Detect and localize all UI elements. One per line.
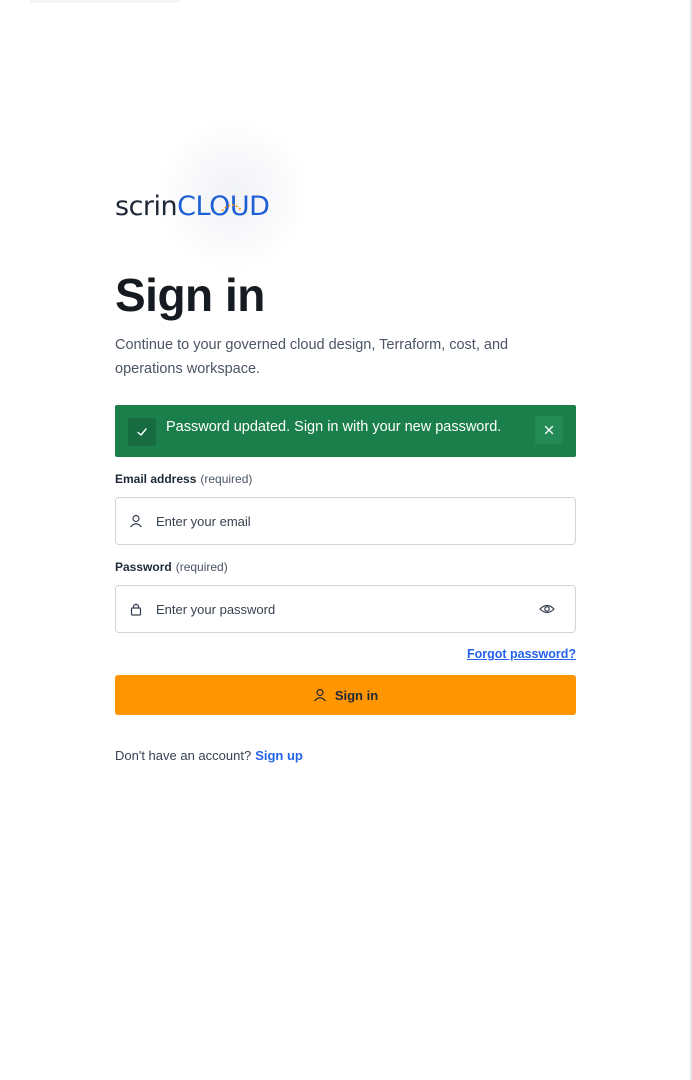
email-field-wrapper <box>115 497 576 545</box>
success-alert: Password updated. Sign in with your new … <box>115 405 576 457</box>
top-decoration <box>30 0 180 3</box>
email-label: Email address (required) <box>115 472 252 486</box>
lock-icon <box>130 602 142 621</box>
password-field-wrapper <box>115 585 576 633</box>
password-input[interactable] <box>156 598 516 620</box>
signup-prompt-text: Don't have an account? <box>115 748 252 763</box>
brand-logo: scrin CLOUD <box>115 191 270 222</box>
forgot-password-link[interactable]: Forgot password? <box>467 647 576 661</box>
user-icon <box>129 514 143 533</box>
show-password-toggle[interactable] <box>539 602 555 621</box>
page-title: Sign in <box>115 269 265 321</box>
signup-link[interactable]: Sign up <box>255 748 303 763</box>
email-required-text: (required) <box>200 472 253 486</box>
signin-button[interactable]: Sign in <box>115 675 576 715</box>
user-icon <box>313 688 326 702</box>
alert-message: Password updated. Sign in with your new … <box>166 419 502 435</box>
logo-text-scrin: scrin <box>115 191 178 222</box>
password-label-text: Password <box>115 560 172 574</box>
password-required-text: (required) <box>175 560 228 574</box>
eye-icon <box>539 604 555 614</box>
signin-button-label: Sign in <box>334 687 379 703</box>
page-subtitle: Continue to your governed cloud design, … <box>115 337 509 377</box>
close-icon <box>544 425 554 435</box>
logo-cloud-arc-icon <box>221 204 243 212</box>
password-label: Password (required) <box>115 560 228 574</box>
email-input[interactable] <box>156 510 516 532</box>
check-icon <box>128 418 156 446</box>
alert-close-button[interactable] <box>535 416 563 444</box>
logo-text-cloud: CLOUD <box>177 193 270 220</box>
email-label-text: Email address <box>115 472 197 486</box>
signup-prompt: Don't have an account? Sign up <box>115 748 303 763</box>
